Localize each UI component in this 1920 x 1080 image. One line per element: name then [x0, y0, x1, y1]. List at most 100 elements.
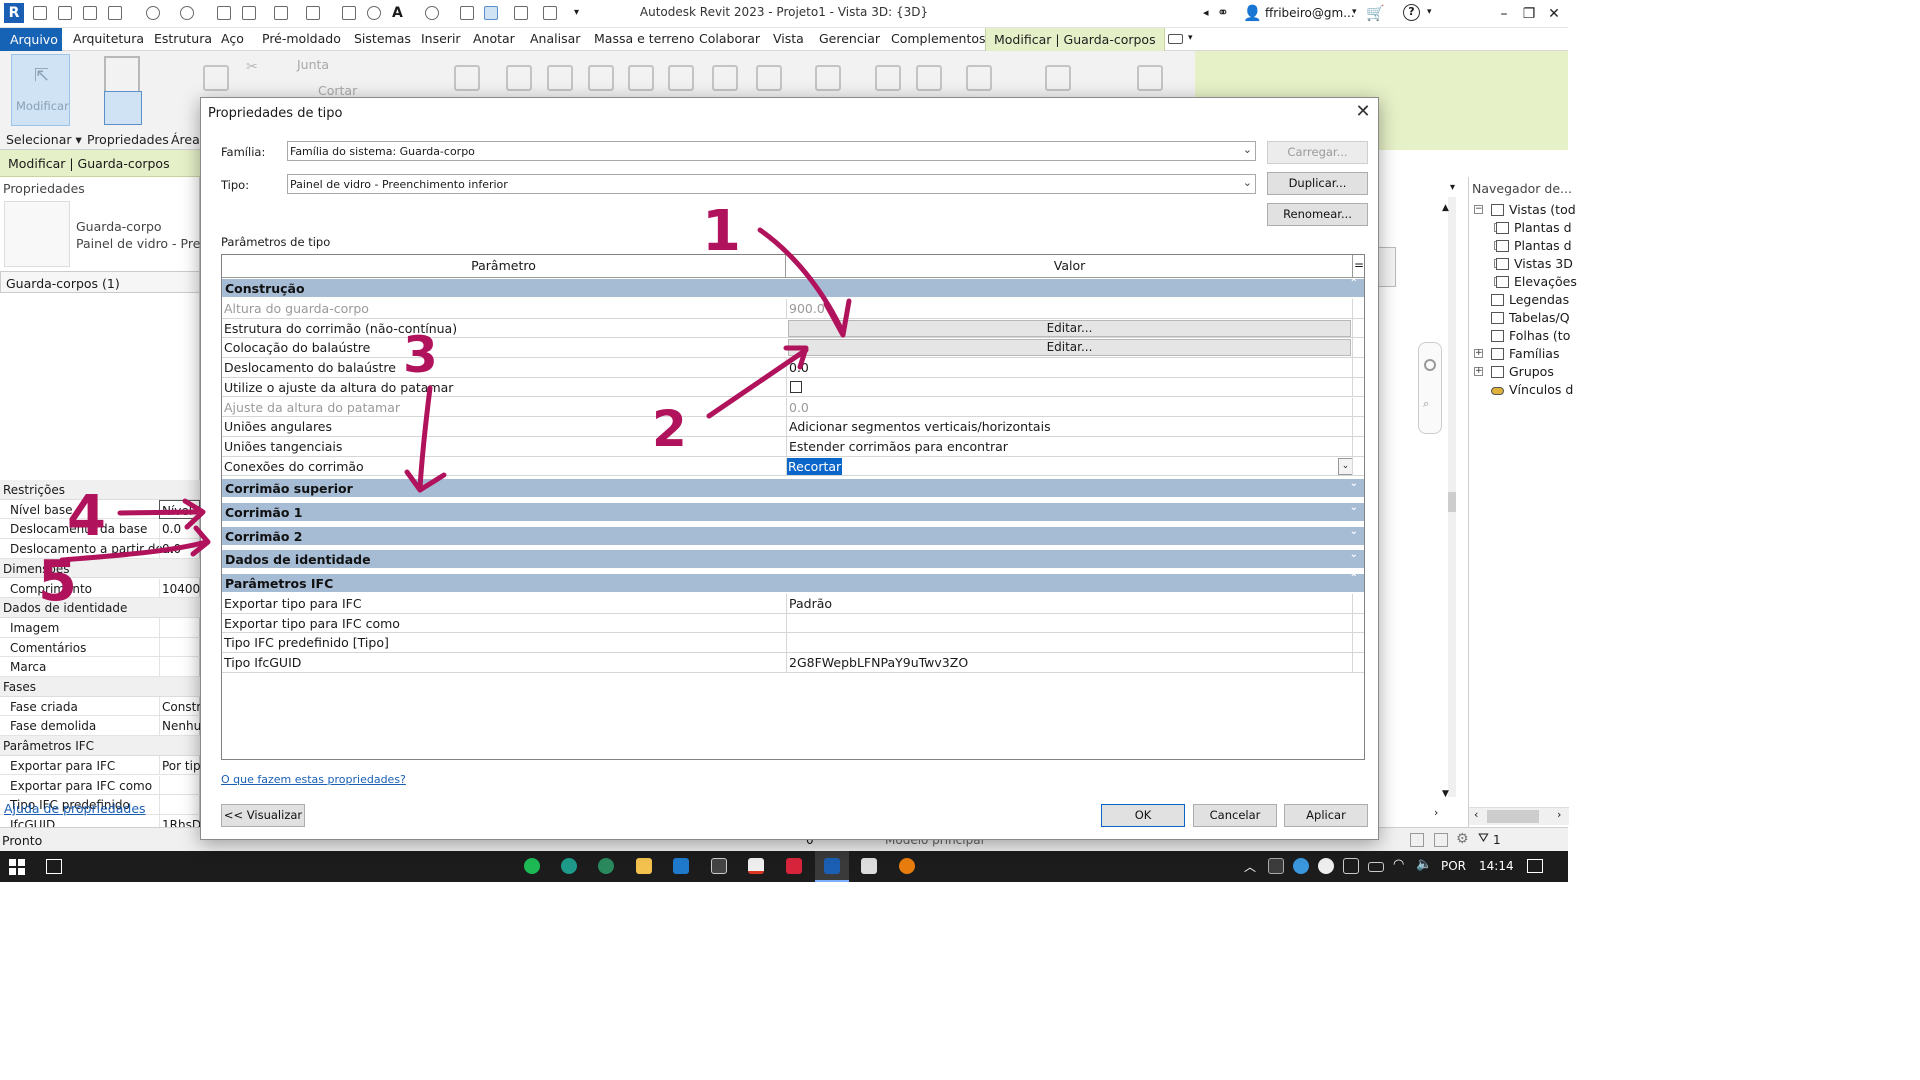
edit-button[interactable]: Editar... [788, 339, 1351, 357]
help-icon[interactable]: ? [1403, 4, 1420, 21]
scroll-up-icon[interactable]: ▲ [1442, 203, 1449, 213]
battery-icon[interactable] [1368, 862, 1384, 872]
tab-arquivo[interactable]: Arquivo [0, 28, 62, 51]
property-row[interactable]: Deslocamento da base 0.0 [0, 519, 200, 540]
column-header-valor[interactable]: Valor [786, 255, 1353, 278]
ribbon-toggle-icon[interactable] [1168, 34, 1183, 44]
user-icon[interactable]: 👤 [1243, 4, 1262, 22]
arrow-left-icon[interactable]: ◂ [1203, 6, 1209, 19]
property-value[interactable]: Constr [159, 696, 200, 716]
property-row[interactable]: Exportar para IFC como [0, 775, 200, 796]
canvas-options-chevron-icon[interactable]: ▾ [1450, 182, 1455, 193]
browser-item[interactable]: Plantas d [1514, 220, 1572, 235]
rail-connections-select[interactable]: Recortar [787, 457, 843, 475]
scrollbar-thumb[interactable] [1448, 492, 1456, 512]
property-value[interactable] [159, 775, 200, 795]
onedrive-icon[interactable] [1293, 858, 1309, 874]
steering-wheel-icon[interactable] [1424, 359, 1436, 371]
property-row[interactable]: Fase criada Constr [0, 696, 200, 717]
parameter-value[interactable]: 0.0 [786, 397, 1353, 417]
property-row[interactable]: Nível base Nível 1 [0, 499, 200, 520]
property-group[interactable]: Parâmetros IFC [0, 736, 200, 756]
edit-button[interactable]: Editar... [788, 319, 1351, 337]
renomear-button[interactable]: Renomear... [1267, 203, 1368, 226]
browser-item[interactable]: Folhas (to [1509, 328, 1570, 343]
column-header-parametro[interactable]: Parâmetro [222, 255, 786, 278]
vscode-icon[interactable] [673, 858, 689, 874]
close-window-icon[interactable]: ✕ [1540, 4, 1568, 24]
type-family-name[interactable]: Guarda-corpo [76, 219, 162, 234]
spotify-icon[interactable] [524, 858, 540, 874]
user-name[interactable]: ffribeiro@gm... [1265, 6, 1355, 20]
wifi-icon[interactable]: ◠ [1393, 857, 1404, 872]
tree-expander-icon[interactable]: + [1474, 367, 1483, 376]
browser-scroll-right-icon[interactable]: › [1557, 808, 1561, 821]
dialog-close-icon[interactable]: ✕ [1353, 102, 1373, 122]
task-view-icon[interactable] [46, 859, 62, 874]
zoom-icon[interactable]: ⌕ [1423, 397, 1429, 411]
ok-button[interactable]: OK [1101, 804, 1185, 827]
property-value[interactable]: Nível 1 [159, 499, 200, 519]
property-group[interactable]: Dados de identidade [0, 598, 200, 618]
property-row[interactable]: Marca [0, 657, 200, 677]
browser-scroll-thumb[interactable] [1487, 810, 1539, 823]
parameter-row[interactable]: Colocação do balaústre Editar... [222, 338, 1364, 359]
tab-sistemas[interactable]: Sistemas [354, 31, 411, 46]
group-corrimao-1[interactable]: Corrimão 1 ⌄ [222, 502, 1364, 522]
tab-complementos[interactable]: Complementos [891, 31, 986, 46]
tab-gerenciar[interactable]: Gerenciar [819, 31, 880, 46]
select-underlay-icon[interactable] [1434, 833, 1448, 847]
instance-filter[interactable]: Guarda-corpos (1) [0, 271, 200, 293]
app-v-icon[interactable] [861, 858, 877, 874]
acrobat-icon[interactable] [786, 858, 802, 874]
tab-pre-moldado[interactable]: Pré-moldado [262, 31, 341, 46]
parameter-value[interactable] [786, 613, 1353, 633]
parameter-row[interactable]: Utilize o ajuste da altura do patamar [222, 377, 1364, 398]
browser-item[interactable]: Vistas (tod [1509, 202, 1576, 217]
property-row[interactable]: Deslocamento a partir do... 0.0 [0, 539, 200, 559]
browser-item[interactable]: Vistas 3D [1514, 256, 1573, 271]
type-name[interactable]: Painel de vidro - Preen [76, 236, 216, 251]
visualizar-button[interactable]: << Visualizar [221, 804, 305, 827]
parameter-value[interactable]: 2G8FWepbLFNPaY9uTwv3ZO [786, 653, 1353, 673]
property-row[interactable]: Comentários [0, 637, 200, 658]
scroll-down-icon[interactable]: ▼ [1442, 789, 1449, 799]
tree-expander-icon[interactable]: + [1474, 349, 1483, 358]
parameter-row[interactable]: Uniões tangenciais Estender corrimãos par… [222, 436, 1364, 457]
aplicar-button[interactable]: Aplicar [1284, 804, 1368, 827]
ribbon-options-chevron-icon[interactable]: ▾ [1188, 33, 1193, 43]
terminal-icon[interactable] [711, 858, 727, 874]
property-row[interactable]: Fase demolida Nenhu [0, 716, 200, 737]
tree-expander-icon[interactable]: − [1474, 205, 1483, 214]
browser-scroll-left-icon[interactable]: ‹ [1474, 808, 1478, 821]
security-icon[interactable] [1268, 858, 1284, 874]
property-value[interactable] [159, 617, 200, 637]
blender-icon[interactable] [899, 858, 915, 874]
property-value[interactable] [159, 637, 200, 657]
familia-dropdown[interactable]: Família do sistema: Guarda-corpo ⌄ [287, 141, 1256, 161]
tab-modificar-guarda-corpos[interactable]: Modificar | Guarda-corpos [985, 28, 1165, 51]
type-properties-icon[interactable] [104, 56, 140, 94]
select-links-icon[interactable] [1410, 833, 1424, 847]
expand-icon[interactable]: ⌄ [1350, 526, 1358, 537]
parameter-row[interactable]: Exportar tipo para IFC Padrão [222, 594, 1364, 614]
property-group[interactable]: Restrições [0, 480, 200, 500]
windows-start-icon[interactable] [9, 859, 25, 875]
minimize-icon[interactable]: – [1490, 4, 1518, 24]
tab-arquitetura[interactable]: Arquitetura [73, 31, 144, 46]
browser-item[interactable]: Elevações [1514, 274, 1577, 289]
property-value[interactable] [159, 657, 200, 677]
parameter-row[interactable]: Tipo IfcGUID 2G8FWepbLFNPaY9uTwv3ZO [222, 653, 1364, 673]
browser-item[interactable]: Famílias [1509, 346, 1559, 361]
scroll-right-icon[interactable]: › [1434, 806, 1438, 819]
property-group[interactable]: Fases [0, 677, 200, 697]
property-value[interactable]: 0.0 [159, 539, 200, 559]
duplicar-button[interactable]: Duplicar... [1267, 172, 1368, 195]
file-explorer-icon[interactable] [636, 858, 652, 874]
volume-icon[interactable]: 🔈 [1416, 857, 1432, 872]
group-construcao[interactable]: Construção ⌃ [222, 278, 1364, 298]
parameter-value[interactable]: 900.0 [786, 299, 1353, 318]
browser-item[interactable]: Grupos [1509, 364, 1554, 379]
cancelar-button[interactable]: Cancelar [1193, 804, 1277, 827]
viewcube-icon[interactable] [1378, 247, 1396, 287]
